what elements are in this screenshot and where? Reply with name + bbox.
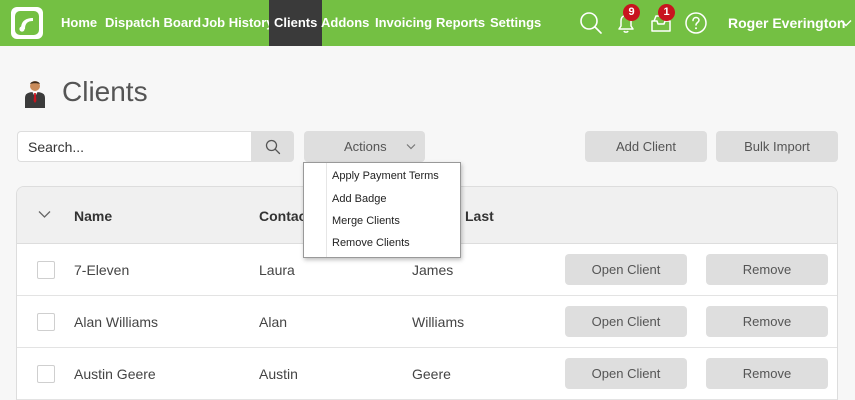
client-name: Austin Geere xyxy=(74,366,156,382)
messages-badge: 1 xyxy=(658,4,675,21)
nav-job-history[interactable]: Job History xyxy=(202,0,274,46)
client-name: Alan Williams xyxy=(74,314,159,330)
column-header-name[interactable]: Name xyxy=(74,208,112,224)
chevron-down-icon[interactable] xyxy=(840,17,852,29)
nav-dispatch-board[interactable]: Dispatch Board xyxy=(105,0,201,46)
table-row: Alan Williams Alan Williams Open Client … xyxy=(17,296,837,348)
menu-item-merge-clients[interactable]: Merge Clients xyxy=(332,215,400,227)
contact-last-name: James xyxy=(412,262,454,278)
open-client-button[interactable]: Open Client xyxy=(565,306,687,337)
chevron-down-icon[interactable] xyxy=(38,210,51,219)
search-icon[interactable] xyxy=(577,9,605,37)
search-input[interactable] xyxy=(17,131,251,162)
row-checkbox[interactable] xyxy=(37,313,55,331)
remove-button[interactable]: Remove xyxy=(706,358,828,389)
remove-button[interactable]: Remove xyxy=(706,254,828,285)
column-header-contact-first[interactable]: Contac xyxy=(259,208,306,224)
actions-dropdown-menu: Apply Payment Terms Add Badge Merge Clie… xyxy=(303,162,461,258)
notifications-badge: 9 xyxy=(623,4,640,21)
open-client-button[interactable]: Open Client xyxy=(565,358,687,389)
nav-settings[interactable]: Settings xyxy=(490,0,541,46)
nav-reports[interactable]: Reports xyxy=(436,0,485,46)
search-button[interactable] xyxy=(251,131,294,162)
contact-first-name: Laura xyxy=(259,262,295,278)
menu-gutter xyxy=(326,163,327,257)
user-menu[interactable]: Roger Everington xyxy=(728,0,845,46)
contact-last-name: Geere xyxy=(412,366,451,382)
bell-icon[interactable]: 9 xyxy=(612,4,640,37)
contact-first-name: Austin xyxy=(259,366,298,382)
row-checkbox[interactable] xyxy=(37,261,55,279)
menu-item-apply-payment-terms[interactable]: Apply Payment Terms xyxy=(332,170,439,182)
add-client-button[interactable]: Add Client xyxy=(585,131,707,162)
help-icon[interactable] xyxy=(682,9,710,37)
contact-last-name: Williams xyxy=(412,314,465,330)
inbox-icon[interactable]: 1 xyxy=(647,4,675,37)
row-checkbox[interactable] xyxy=(37,365,55,383)
client-person-icon xyxy=(25,81,45,108)
open-client-button[interactable]: Open Client xyxy=(565,254,687,285)
nav-home[interactable]: Home xyxy=(61,0,97,46)
table-row: Austin Geere Austin Geere Open Client Re… xyxy=(17,348,837,400)
search-icon xyxy=(265,139,281,155)
chevron-down-icon xyxy=(406,144,416,150)
menu-item-add-badge[interactable]: Add Badge xyxy=(332,193,386,205)
actions-label: Actions xyxy=(344,139,387,154)
menu-item-remove-clients[interactable]: Remove Clients xyxy=(332,237,410,249)
column-header-contact-last[interactable]: Last xyxy=(465,208,494,224)
nav-invoicing[interactable]: Invoicing xyxy=(375,0,432,46)
page-title: Clients xyxy=(62,76,148,107)
actions-button[interactable]: Actions xyxy=(304,131,425,162)
bulk-import-button[interactable]: Bulk Import xyxy=(716,131,838,162)
nav-clients[interactable]: Clients xyxy=(269,0,323,46)
client-name: 7-Eleven xyxy=(74,262,130,278)
nav-addons[interactable]: Addons xyxy=(321,0,369,46)
contact-first-name: Alan xyxy=(259,314,288,330)
remove-button[interactable]: Remove xyxy=(706,306,828,337)
app-logo[interactable] xyxy=(11,7,43,39)
top-nav-bar: Home Dispatch Board Job History Clients … xyxy=(0,0,855,46)
